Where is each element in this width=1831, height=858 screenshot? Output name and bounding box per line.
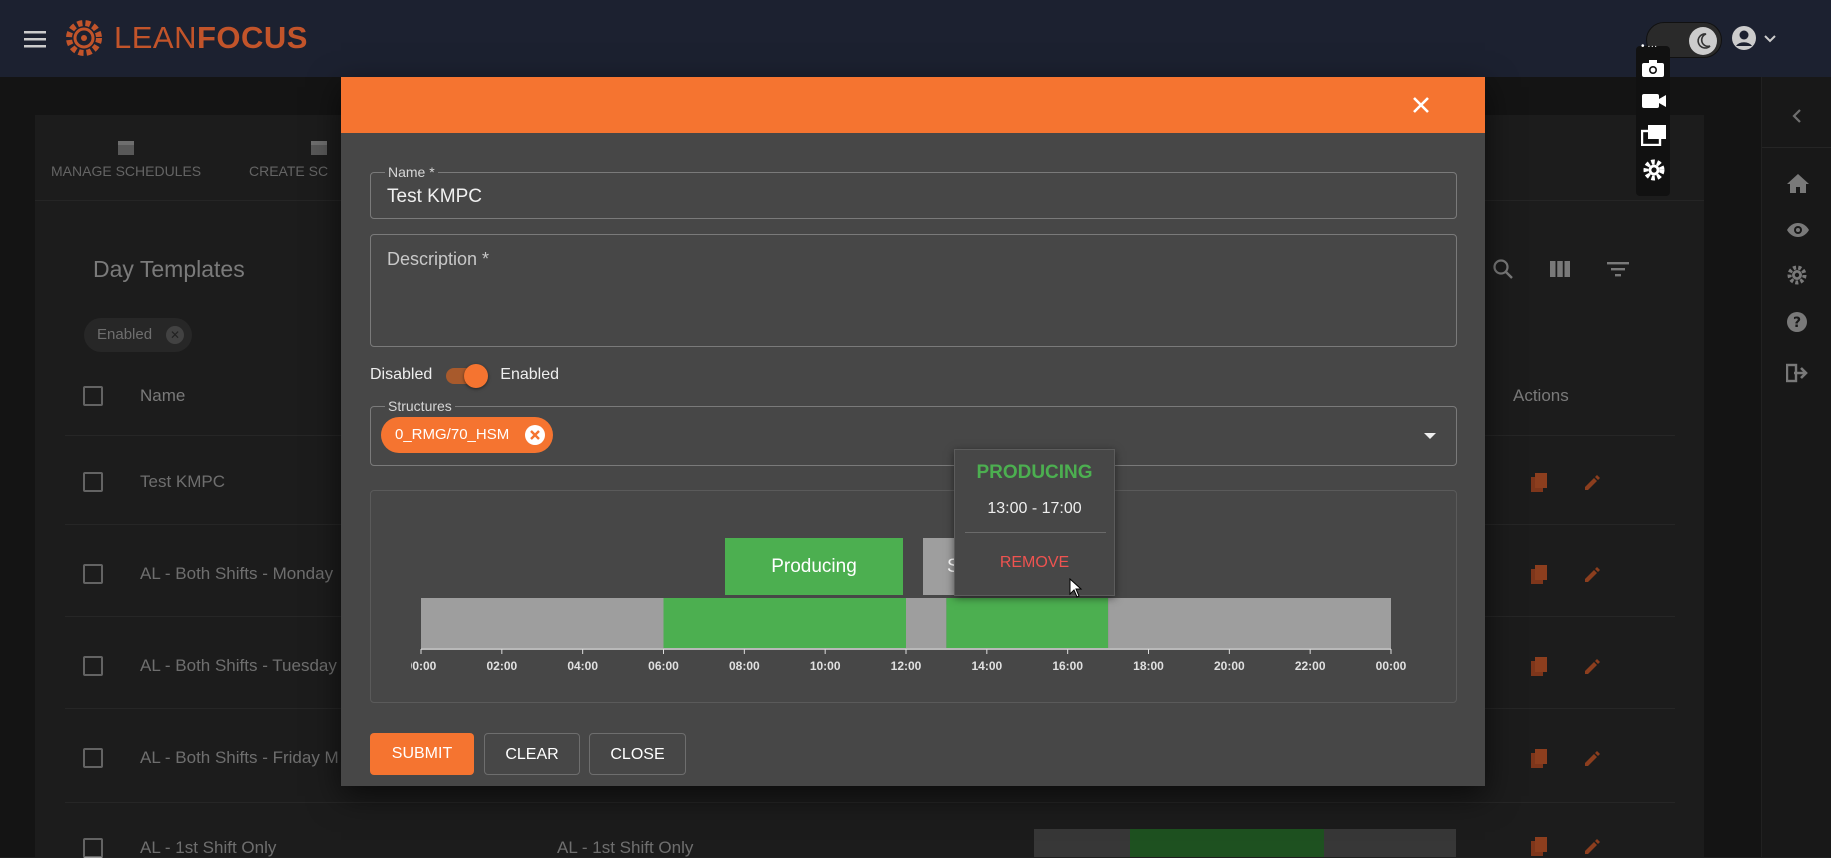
close-button[interactable]: CLOSE [589,733,686,775]
top-bar: LEANFOCUS [0,0,1831,77]
camera-icon[interactable] [1641,58,1665,78]
close-icon[interactable] [1409,93,1433,117]
structures-label: Structures [385,398,455,414]
timeline-segment-producing[interactable] [946,598,1109,648]
dropdown-arrow-icon[interactable] [1424,433,1436,439]
legend-producing[interactable]: Producing [725,538,903,595]
remove-button[interactable]: REMOVE [955,554,1114,572]
day-template-dialog: Name * Test KMPC Description * Disabled … [341,77,1485,786]
description-placeholder: Description * [387,249,490,269]
more-icon[interactable]: • ··· [1641,42,1665,52]
video-camera-icon[interactable] [1641,92,1667,110]
logo-focus-text: FOCUS [196,20,308,55]
timeline-tick-label: 04:00 [567,659,598,673]
timeline-segment-producing[interactable] [663,598,907,648]
divider [965,532,1106,533]
menu-icon[interactable] [22,26,48,52]
chip-remove-icon[interactable] [525,425,546,445]
timeline-tick-label: 00:00 [411,659,437,673]
mouse-cursor-icon [1069,578,1083,598]
timeline-tick-label: 10:00 [810,659,841,673]
windows-icon[interactable] [1641,124,1667,146]
name-field-label: Name * [385,164,438,180]
timeline-tick-label: 02:00 [486,659,517,673]
moon-icon [1689,27,1717,55]
popup-time-range: 13:00 - 17:00 [987,500,1082,517]
enabled-switch[interactable] [444,364,489,388]
logo-lean-text: LEAN [114,20,197,55]
submit-button[interactable]: SUBMIT [370,733,474,775]
gear-logo-icon [66,20,102,56]
timeline-tick-label: 16:00 [1052,659,1083,673]
segment-popup: PRODUCING 13:00 - 17:00 REMOVE [954,449,1115,596]
structures-select[interactable]: Structures 0_RMG/70_HSM [370,398,1457,466]
toggle-off-label: Disabled [370,366,433,383]
account-circle-icon [1732,26,1756,50]
timeline-editor: Producing S 00:0002:0004:0006:0008:0010:… [370,490,1457,703]
timeline-tick-label: 08:00 [729,659,760,673]
timeline-segment-idle[interactable] [1108,598,1391,648]
user-menu[interactable] [1730,24,1778,52]
clear-button[interactable]: CLEAR [484,733,580,775]
timeline-tick-label: 06:00 [648,659,679,673]
timeline-tick-label: 20:00 [1214,659,1245,673]
name-field-value: Test KMPC [387,186,483,207]
toggle-on-label: Enabled [500,366,559,383]
description-field[interactable]: Description * [370,234,1457,347]
timeline-tick-label: 00:00 [1376,659,1407,673]
enabled-toggle-row: Disabled Enabled [370,364,559,388]
structure-chip[interactable]: 0_RMG/70_HSM [381,417,554,453]
popup-title: PRODUCING [976,462,1093,483]
timeline-tick-label: 22:00 [1295,659,1326,673]
timeline-chart[interactable]: 00:00 02:00 04:00 06:00 08:00 10:00 12:00 14:00… [411,598,1421,678]
capture-toolbar: • ··· [1636,42,1670,196]
dialog-header [341,77,1485,133]
logo: LEANFOCUS [62,16,308,60]
name-field[interactable]: Name * Test KMPC [370,164,1457,219]
timeline-segment-idle[interactable] [906,598,947,648]
chevron-down-icon [1764,35,1776,43]
settings-icon[interactable] [1642,158,1666,182]
timeline-tick-label: 14:00 [971,659,1002,673]
timeline-tick-label: 18:00 [1133,659,1164,673]
timeline-segment-idle[interactable] [421,598,664,648]
timeline-tick-label: 12:00 [891,659,922,673]
